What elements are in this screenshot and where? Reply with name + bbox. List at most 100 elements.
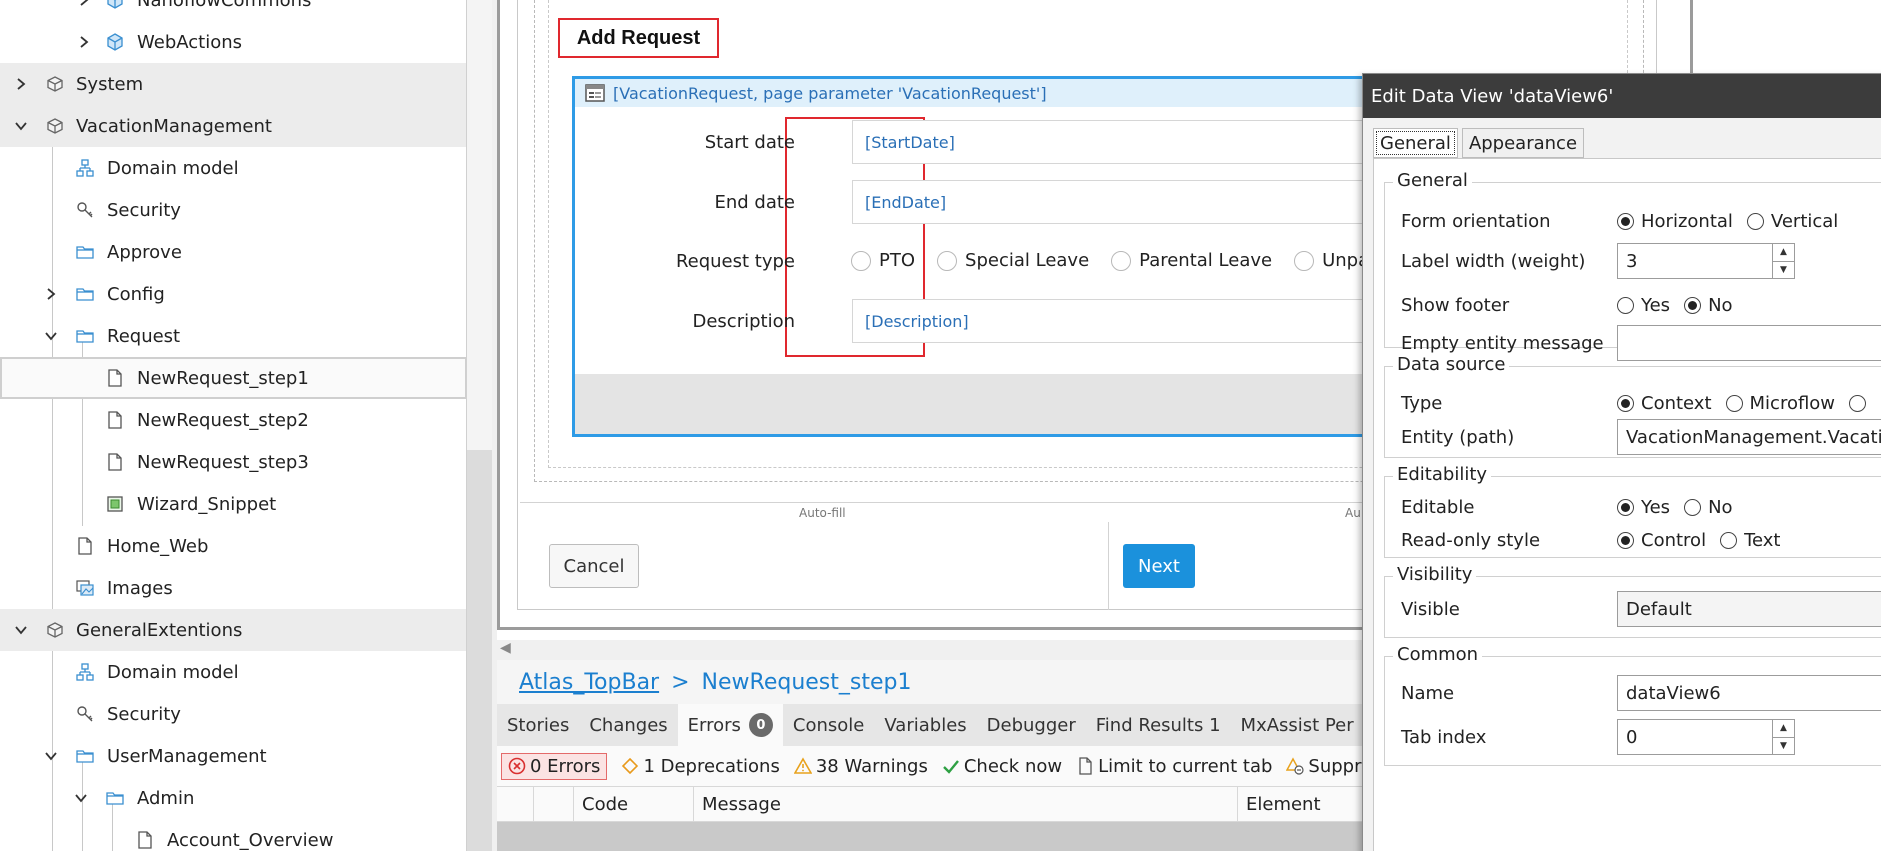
readonly-text-radio[interactable]: Text	[1720, 530, 1780, 551]
tree-item-newrequest-step3[interactable]: NewRequest_step3	[0, 441, 466, 483]
tree-item-label: NewRequest_step3	[137, 451, 309, 473]
entity-path-field[interactable]: VacationManagement.VacationRequest	[1617, 419, 1881, 455]
chevron-right-icon[interactable]	[12, 75, 30, 93]
name-input[interactable]: dataView6	[1617, 675, 1881, 711]
tree-item-admin[interactable]: Admin	[0, 777, 466, 819]
tab-stories[interactable]: Stories	[497, 704, 579, 746]
tree-item-system[interactable]: System	[0, 63, 466, 105]
chevron-right-icon[interactable]	[42, 285, 60, 303]
label-width-label: Label width (weight)	[1401, 250, 1586, 272]
radio-parental-leave[interactable]	[1111, 250, 1132, 271]
radio-special-leave[interactable]	[937, 250, 958, 271]
footer-yes-radio[interactable]: Yes	[1617, 295, 1670, 316]
orientation-horizontal-radio[interactable]: Horizontal	[1617, 211, 1733, 232]
tab-general[interactable]: General	[1373, 128, 1458, 158]
tree-item-security[interactable]: Security	[0, 189, 466, 231]
tree-item-domain-model[interactable]: Domain model	[0, 147, 466, 189]
visible-dropdown[interactable]: Default	[1617, 591, 1881, 627]
tree-item-domain-model[interactable]: Domain model	[0, 651, 466, 693]
show-footer-row: Show footer Yes No	[1385, 287, 1881, 323]
grid-col-icon[interactable]	[497, 787, 533, 821]
spin-down-icon[interactable]: ▼	[1773, 262, 1794, 279]
spin-down-icon[interactable]: ▼	[1773, 738, 1794, 755]
tab-variables[interactable]: Variables	[874, 704, 976, 746]
tree-item-vacationmanagement[interactable]: VacationManagement	[0, 105, 466, 147]
chevron-down-icon[interactable]	[72, 789, 90, 807]
request-type-radio-group: PTO Special Leave Parental Leave Unpaid	[837, 250, 1386, 271]
next-button[interactable]: Next	[1123, 544, 1195, 588]
radio-unpaid[interactable]	[1294, 250, 1315, 271]
tree-item-newrequest-step2[interactable]: NewRequest_step2	[0, 399, 466, 441]
folder-icon	[74, 241, 96, 263]
chevron-right-icon[interactable]	[75, 0, 93, 9]
tab-mxassist[interactable]: MxAssist Per	[1231, 704, 1364, 746]
tree-item-approve[interactable]: Approve	[0, 231, 466, 273]
tree-item-nanoflowcommons[interactable]: NanoflowCommons	[0, 0, 466, 21]
tab-errors-label: Errors	[687, 714, 741, 736]
limit-to-tab-button[interactable]: Limit to current tab	[1076, 756, 1272, 777]
cancel-button[interactable]: Cancel	[549, 544, 639, 588]
orientation-vertical-radio[interactable]: Vertical	[1746, 211, 1838, 232]
tab-find-results[interactable]: Find Results 1	[1086, 704, 1231, 746]
check-now-button[interactable]: Check now	[942, 756, 1062, 777]
warnings-filter-button[interactable]: 38 Warnings	[793, 756, 928, 777]
tree-item-security[interactable]: Security	[0, 693, 466, 735]
tree-item-images[interactable]: Images	[0, 567, 466, 609]
editable-yes-radio[interactable]: Yes	[1617, 497, 1670, 518]
type-context-radio[interactable]: Context	[1617, 393, 1712, 414]
tab-index-stepper[interactable]: 0 ▲ ▼	[1617, 719, 1795, 755]
autofill-left-label: Auto-fill	[799, 506, 846, 520]
grid-col-type[interactable]	[533, 787, 573, 821]
chevron-down-icon[interactable]	[42, 327, 60, 345]
label-width-spinner[interactable]: ▲ ▼	[1772, 244, 1794, 278]
spin-up-icon[interactable]: ▲	[1773, 720, 1794, 738]
tree-item-wizard-snippet[interactable]: Wizard_Snippet	[0, 483, 466, 525]
type-more-radio[interactable]	[1849, 394, 1873, 412]
tab-appearance[interactable]: Appearance	[1461, 128, 1585, 158]
breadcrumb-current[interactable]: NewRequest_step1	[702, 670, 912, 695]
tree-item-newrequest-step1[interactable]: NewRequest_step1	[0, 357, 466, 399]
tree-item-home-web[interactable]: Home_Web	[0, 525, 466, 567]
grid-col-element[interactable]: Element	[1237, 787, 1367, 821]
tree-scrollbar[interactable]	[467, 450, 492, 851]
tree-item-webactions[interactable]: WebActions	[0, 21, 466, 63]
spin-up-icon[interactable]: ▲	[1773, 244, 1794, 262]
tab-index-spinner[interactable]: ▲ ▼	[1772, 720, 1794, 754]
breadcrumb-parent-link[interactable]: Atlas_TopBar	[519, 670, 659, 695]
type-microflow-radio[interactable]: Microflow	[1725, 393, 1835, 414]
chevron-down-icon[interactable]	[12, 117, 30, 135]
tab-debugger[interactable]: Debugger	[977, 704, 1086, 746]
dialog-title[interactable]: Edit Data View 'dataView6'	[1363, 74, 1881, 118]
readonly-control-radio[interactable]: Control	[1617, 530, 1706, 551]
tree-item-label: Security	[107, 703, 181, 725]
name-label: Name	[1401, 682, 1455, 704]
chevron-down-icon[interactable]	[42, 747, 60, 765]
description-label: Description	[692, 310, 795, 332]
chevron-down-icon[interactable]	[12, 621, 30, 639]
chevron-right-icon[interactable]	[75, 33, 93, 51]
name-row: Name dataView6	[1385, 675, 1881, 711]
deprecations-filter-button[interactable]: 1 Deprecations	[621, 756, 780, 777]
grid-col-message[interactable]: Message	[693, 787, 1237, 821]
errors-filter-button[interactable]: 0 Errors	[501, 752, 608, 780]
tree-item-request[interactable]: Request	[0, 315, 466, 357]
suppress-warning-icon	[1286, 757, 1305, 775]
footer-no-radio[interactable]: No	[1684, 295, 1733, 316]
grid-col-code[interactable]: Code	[573, 787, 693, 821]
data-source-group: Data source Type Context Microflow Entit…	[1384, 354, 1881, 458]
tree-item-usermanagement[interactable]: UserManagement	[0, 735, 466, 777]
tab-changes[interactable]: Changes	[579, 704, 677, 746]
tree-item-config[interactable]: Config	[0, 273, 466, 315]
radio-pto[interactable]	[851, 250, 871, 271]
tree-item-label: NanoflowCommons	[137, 0, 312, 11]
label-width-stepper[interactable]: 3 ▲ ▼	[1617, 243, 1795, 279]
tree-item-generalextentions[interactable]: GeneralExtentions	[0, 609, 466, 651]
empty-entity-input[interactable]	[1617, 325, 1881, 361]
page-title[interactable]: Add Request	[558, 18, 719, 58]
tab-errors[interactable]: Errors 0	[677, 704, 783, 746]
scroll-left-arrow-icon[interactable]: ◀	[500, 640, 511, 656]
key-icon	[74, 703, 96, 725]
tree-item-account-overview[interactable]: Account_Overview	[0, 819, 466, 851]
tab-console[interactable]: Console	[783, 704, 874, 746]
editable-no-radio[interactable]: No	[1684, 497, 1733, 518]
